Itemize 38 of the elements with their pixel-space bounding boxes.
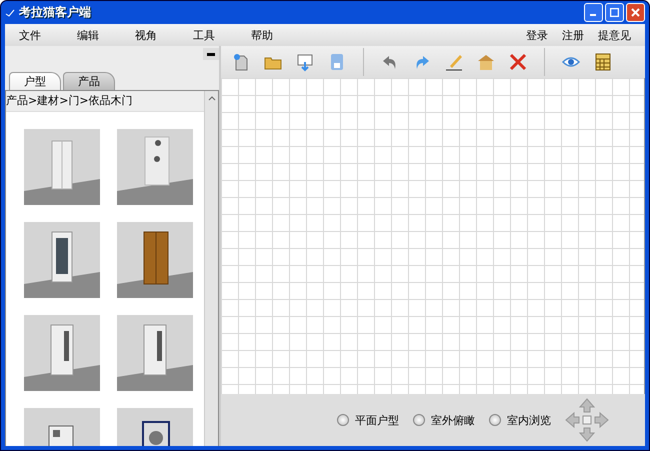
radio-button[interactable] — [413, 414, 425, 426]
radio-label: 室外俯瞰 — [431, 412, 475, 428]
app-icon — [5, 8, 15, 16]
menu-item[interactable]: 帮助 — [251, 28, 309, 42]
collapse-button[interactable] — [203, 48, 219, 60]
door-thumbnail[interactable] — [117, 129, 193, 205]
menu-link[interactable]: 提意见 — [598, 28, 631, 42]
scrollbar[interactable] — [204, 91, 218, 446]
maximize-icon — [610, 8, 619, 17]
door-thumbnail[interactable] — [117, 222, 193, 298]
door-thumbnail[interactable] — [24, 129, 100, 205]
menu-link[interactable]: 注册 — [562, 28, 584, 42]
door-thumbnail[interactable] — [24, 315, 100, 391]
radio-option[interactable]: 室外俯瞰 — [413, 412, 475, 428]
maximize-button[interactable] — [605, 3, 624, 22]
menu-item[interactable]: 工具 — [193, 28, 251, 42]
minimize-button[interactable] — [584, 3, 603, 22]
tab[interactable]: 户型 — [9, 72, 61, 90]
menu-item[interactable]: 视角 — [135, 28, 193, 42]
direction-pad-icon[interactable] — [565, 398, 609, 442]
door-thumbnail[interactable] — [117, 315, 193, 391]
close-icon — [631, 8, 640, 17]
window-title: 考拉猫客户端 — [19, 4, 91, 21]
radio-label: 室内浏览 — [507, 412, 551, 428]
radio-button[interactable] — [489, 414, 501, 426]
radio-label: 平面户型 — [355, 412, 399, 428]
close-button[interactable] — [626, 3, 645, 22]
radio-button[interactable] — [337, 414, 349, 426]
minus-icon — [207, 52, 215, 56]
scroll-up-icon[interactable] — [208, 95, 216, 101]
door-thumbnail[interactable] — [24, 222, 100, 298]
radio-option[interactable]: 平面户型 — [337, 412, 399, 428]
menu-item[interactable]: 编辑 — [77, 28, 135, 42]
radio-option[interactable]: 室内浏览 — [489, 412, 551, 428]
menu-item[interactable]: 文件 — [19, 28, 77, 42]
menu-link[interactable]: 登录 — [526, 28, 548, 42]
breadcrumb: 产品>建材>门>依品木门 — [6, 91, 204, 112]
tab[interactable]: 产品 — [63, 72, 115, 90]
